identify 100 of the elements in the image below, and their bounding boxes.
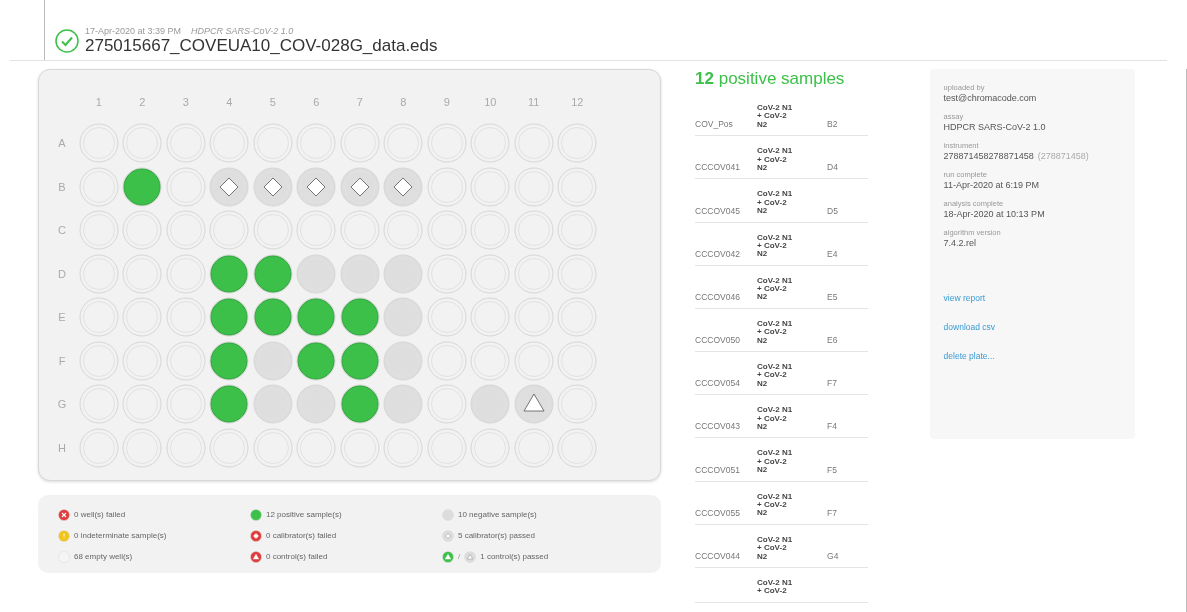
- empty-well[interactable]: [122, 340, 163, 381]
- empty-well[interactable]: [78, 166, 119, 207]
- empty-well[interactable]: [513, 297, 554, 338]
- empty-well[interactable]: [470, 253, 511, 294]
- negative-well[interactable]: [470, 384, 511, 425]
- empty-well[interactable]: [165, 384, 206, 425]
- control-well[interactable]: [513, 384, 554, 425]
- empty-well[interactable]: [557, 384, 598, 425]
- negative-well[interactable]: [383, 340, 424, 381]
- empty-well[interactable]: [78, 340, 119, 381]
- empty-well[interactable]: [557, 166, 598, 207]
- empty-well[interactable]: [513, 427, 554, 468]
- empty-well[interactable]: [513, 340, 554, 381]
- positive-well[interactable]: [209, 253, 250, 294]
- positive-well[interactable]: [122, 166, 163, 207]
- empty-well[interactable]: [165, 253, 206, 294]
- sample-target: CoV-2 N1 + CoV-2 N2: [757, 319, 794, 346]
- action-link[interactable]: download csv: [943, 322, 1121, 332]
- empty-well[interactable]: [252, 427, 293, 468]
- action-link[interactable]: view report: [943, 293, 1121, 303]
- empty-well[interactable]: [339, 427, 380, 468]
- field-value: HDPCR SARS-CoV-2 1.0: [943, 122, 1046, 132]
- column-label: 12: [571, 95, 584, 110]
- empty-well[interactable]: [209, 427, 250, 468]
- empty-well[interactable]: [557, 123, 598, 164]
- empty-well[interactable]: [470, 123, 511, 164]
- empty-well[interactable]: [165, 297, 206, 338]
- legend-label: 12 positive sample(s): [266, 510, 342, 519]
- calibrator-well[interactable]: [383, 166, 424, 207]
- legend-label: 0 calibrator(s) failed: [266, 531, 337, 540]
- negative-well[interactable]: [383, 297, 424, 338]
- positive-well[interactable]: [252, 253, 293, 294]
- empty-well[interactable]: [426, 340, 467, 381]
- empty-well[interactable]: [470, 340, 511, 381]
- empty-well[interactable]: [78, 210, 119, 251]
- positive-well[interactable]: [209, 384, 250, 425]
- empty-well[interactable]: [513, 210, 554, 251]
- empty-well[interactable]: [122, 253, 163, 294]
- empty-well[interactable]: [426, 427, 467, 468]
- empty-well[interactable]: [557, 253, 598, 294]
- sample-name: CCCOV051: [695, 464, 741, 475]
- sample-well: F5: [827, 464, 838, 475]
- empty-well[interactable]: [78, 384, 119, 425]
- upload-date: 17-Apr-2020 at 3:39 PM: [85, 26, 182, 36]
- positive-well[interactable]: [209, 297, 250, 338]
- sample-well: F4: [827, 421, 838, 432]
- calibrator-well[interactable]: [209, 166, 250, 207]
- empty-well[interactable]: [122, 210, 163, 251]
- empty-well[interactable]: [513, 166, 554, 207]
- empty-well[interactable]: [426, 297, 467, 338]
- negative-well[interactable]: [296, 253, 337, 294]
- empty-well[interactable]: [557, 297, 598, 338]
- legend-label: 10 negative sample(s): [458, 510, 537, 519]
- positive-well[interactable]: [209, 340, 250, 381]
- calibrator-well[interactable]: [252, 166, 293, 207]
- empty-well[interactable]: [470, 210, 511, 251]
- empty-well[interactable]: [383, 427, 424, 468]
- empty-well[interactable]: [78, 297, 119, 338]
- sample-name: CCCOV046: [695, 291, 741, 302]
- empty-well[interactable]: [122, 297, 163, 338]
- field-value: test@chromacode.com: [943, 93, 1037, 103]
- negative-well[interactable]: [252, 384, 293, 425]
- empty-well[interactable]: [122, 384, 163, 425]
- negative-well[interactable]: [296, 384, 337, 425]
- action-link[interactable]: delete plate...: [943, 351, 1121, 361]
- empty-well[interactable]: [470, 427, 511, 468]
- empty-well[interactable]: [165, 427, 206, 468]
- positive-well[interactable]: [339, 340, 380, 381]
- empty-well[interactable]: [557, 210, 598, 251]
- positive-well[interactable]: [296, 297, 337, 338]
- negative-well[interactable]: [383, 253, 424, 294]
- empty-well[interactable]: [165, 340, 206, 381]
- empty-well[interactable]: [426, 384, 467, 425]
- empty-well[interactable]: [557, 340, 598, 381]
- empty-well[interactable]: [557, 427, 598, 468]
- empty-well[interactable]: [122, 427, 163, 468]
- positive-well[interactable]: [252, 297, 293, 338]
- empty-well[interactable]: [513, 253, 554, 294]
- empty-well[interactable]: [78, 253, 119, 294]
- sample-well: D5: [827, 205, 839, 216]
- empty-well[interactable]: [470, 166, 511, 207]
- indeterminate-icon: [58, 529, 70, 542]
- empty-well[interactable]: [78, 123, 119, 164]
- empty-well[interactable]: [470, 297, 511, 338]
- empty-well[interactable]: [122, 123, 163, 164]
- negative-well[interactable]: [252, 340, 293, 381]
- field-value: 278871458278871458: [943, 151, 1034, 161]
- empty-well[interactable]: [426, 253, 467, 294]
- positive-well[interactable]: [339, 384, 380, 425]
- positive-well[interactable]: [339, 297, 380, 338]
- positive-well[interactable]: [296, 340, 337, 381]
- calibrator-well[interactable]: [339, 166, 380, 207]
- negative-well[interactable]: [339, 253, 380, 294]
- negative-well[interactable]: [383, 384, 424, 425]
- legend-label: 68 empty well(s): [74, 552, 133, 561]
- empty-well[interactable]: [513, 123, 554, 164]
- assay-name: HDPCR SARS-CoV-2 1.0: [191, 26, 294, 36]
- calibrator-well[interactable]: [296, 166, 337, 207]
- empty-well[interactable]: [78, 427, 119, 468]
- empty-well[interactable]: [296, 427, 337, 468]
